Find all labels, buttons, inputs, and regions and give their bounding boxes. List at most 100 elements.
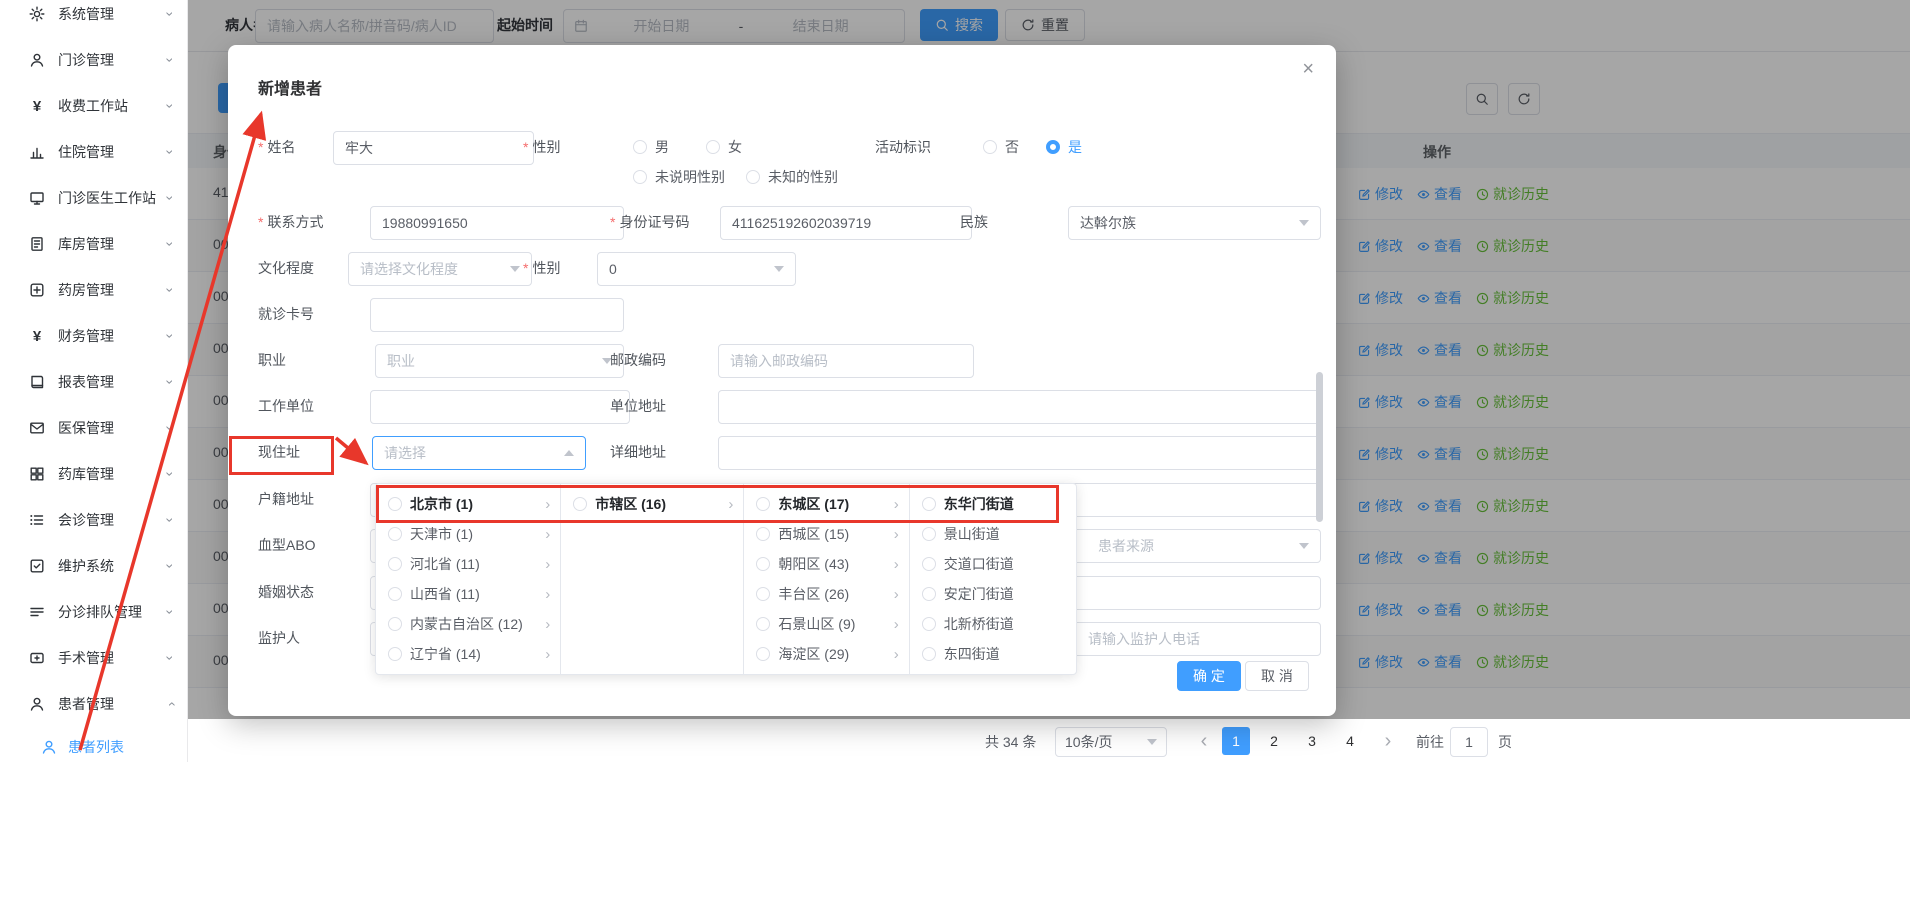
screen: 系统管理 › 门诊管理 › ¥ 收费工作站 › 住院管理 › 门诊医生工作站 ›…	[0, 0, 1910, 923]
chevron-right-icon: ›	[545, 496, 550, 513]
gender-radio-female[interactable]: 女	[706, 131, 742, 163]
detail-address-label: 详细地址	[610, 436, 666, 468]
chevron-down-icon: ›	[163, 288, 179, 293]
chevron-down-icon: ›	[163, 150, 179, 155]
next-page-button[interactable]: ›	[1374, 727, 1402, 755]
monitor-icon	[28, 189, 46, 207]
radio-icon	[388, 527, 402, 541]
page-size-select[interactable]: 10条/页	[1055, 727, 1167, 757]
cascader-option[interactable]: 安定门街道	[910, 579, 1076, 609]
ethnicity-select[interactable]: 达斡尔族	[1068, 206, 1321, 240]
page-button-4[interactable]: 4	[1336, 727, 1364, 755]
active-flag-label: 活动标识	[875, 131, 931, 163]
storage-icon	[28, 465, 46, 483]
contact-input[interactable]: 19880991650	[370, 206, 624, 240]
sidebar-item-11[interactable]: 会诊管理 ›	[0, 497, 187, 543]
contact-label: *联系方式	[258, 206, 323, 238]
active-flag-radio-yes[interactable]: 是	[1046, 131, 1082, 163]
detail-address-input[interactable]	[718, 436, 1321, 470]
cascader-option[interactable]: 山西省 (11) ›	[376, 579, 560, 609]
chevron-down-icon: ›	[163, 104, 179, 109]
gender-radio-male[interactable]: 男	[633, 131, 669, 163]
work-unit-label: 工作单位	[258, 390, 314, 422]
radio-icon	[388, 557, 402, 571]
sidebar-subitem-patient-list[interactable]: 患者列表	[0, 727, 187, 762]
sidebar-item-14[interactable]: 手术管理 ›	[0, 635, 187, 681]
cascader-option[interactable]: 北新桥街道	[910, 609, 1076, 639]
current-address-cascader[interactable]: 请选择	[372, 436, 586, 470]
cascader-option[interactable]: 辽宁省 (14) ›	[376, 639, 560, 669]
radio-icon	[388, 587, 402, 601]
cascader-option[interactable]: 内蒙古自治区 (12) ›	[376, 609, 560, 639]
sidebar-item-3[interactable]: 住院管理 ›	[0, 129, 187, 175]
modal-scrollbar[interactable]	[1316, 372, 1323, 522]
chart-icon	[28, 143, 46, 161]
id-number-label: *身份证号码	[610, 206, 689, 238]
cascader-option[interactable]: 海淀区 (29) ›	[744, 639, 908, 669]
cascader-option[interactable]: 市辖区 (16) ›	[561, 489, 743, 519]
sidebar-item-15[interactable]: 患者管理 ›	[0, 681, 187, 727]
education-select[interactable]: 请选择文化程度	[348, 252, 532, 286]
gender-code-select[interactable]: 0	[597, 252, 796, 286]
sidebar-menu: 系统管理 › 门诊管理 › ¥ 收费工作站 › 住院管理 › 门诊医生工作站 ›…	[0, 0, 187, 762]
sidebar: 系统管理 › 门诊管理 › ¥ 收费工作站 › 住院管理 › 门诊医生工作站 ›…	[0, 0, 188, 762]
cascader-option[interactable]: 东四街道	[910, 639, 1076, 669]
name-label: *姓名	[258, 131, 295, 163]
page-button-2[interactable]: 2	[1260, 727, 1288, 755]
cascader-option[interactable]: 河北省 (11) ›	[376, 549, 560, 579]
modal-title: 新增患者	[258, 75, 322, 99]
chevron-down-icon: ›	[163, 12, 179, 17]
page-button-3[interactable]: 3	[1298, 727, 1326, 755]
chevron-right-icon: ›	[545, 526, 550, 543]
sidebar-item-13[interactable]: 分诊排队管理 ›	[0, 589, 187, 635]
cascader-option[interactable]: 西城区 (15) ›	[744, 519, 908, 549]
occupation-select[interactable]: 职业	[375, 344, 624, 378]
gender-radio-unknown[interactable]: 未知的性别	[746, 161, 838, 193]
close-icon[interactable]: ×	[1296, 57, 1320, 82]
active-flag-radio-no[interactable]: 否	[983, 131, 1019, 163]
work-unit-input[interactable]	[370, 390, 630, 424]
radio-icon	[756, 557, 770, 571]
gender-radio-unstated[interactable]: 未说明性别	[633, 161, 725, 193]
cascader-option[interactable]: 天津市 (1) ›	[376, 519, 560, 549]
cascader-option[interactable]: 朝阳区 (43) ›	[744, 549, 908, 579]
page-button-1[interactable]: 1	[1222, 727, 1250, 755]
cascader-option[interactable]: 石景山区 (9) ›	[744, 609, 908, 639]
sidebar-item-12[interactable]: 维护系统 ›	[0, 543, 187, 589]
unit-address-input[interactable]	[718, 390, 1321, 424]
sidebar-item-9[interactable]: 医保管理 ›	[0, 405, 187, 451]
chevron-down-icon: ›	[163, 242, 179, 247]
cascader-option[interactable]: 东城区 (17) ›	[744, 489, 908, 519]
radio-icon	[756, 527, 770, 541]
cascader-option[interactable]: 景山街道	[910, 519, 1076, 549]
sidebar-item-7[interactable]: ¥ 财务管理 ›	[0, 313, 187, 359]
sidebar-item-5[interactable]: 库房管理 ›	[0, 221, 187, 267]
cascader-option[interactable]: 东华门街道	[910, 489, 1076, 519]
sidebar-item-10[interactable]: 药库管理 ›	[0, 451, 187, 497]
goto-label: 前往	[1416, 732, 1444, 752]
chevron-down-icon	[1147, 739, 1157, 745]
sidebar-item-1[interactable]: 门诊管理 ›	[0, 37, 187, 83]
confirm-button[interactable]: 确 定	[1177, 661, 1241, 691]
guardian-label: 监护人	[258, 622, 300, 654]
goto-page-input[interactable]: 1	[1450, 727, 1488, 757]
postal-code-input[interactable]: 请输入邮政编码	[718, 344, 974, 378]
name-input[interactable]: 牢大	[333, 131, 534, 165]
sidebar-item-8[interactable]: 报表管理 ›	[0, 359, 187, 405]
visit-card-input[interactable]	[370, 298, 624, 332]
radio-checked-icon	[1046, 140, 1060, 154]
radio-icon	[388, 647, 402, 661]
sidebar-item-6[interactable]: 药房管理 ›	[0, 267, 187, 313]
sidebar-item-0[interactable]: 系统管理 ›	[0, 0, 187, 37]
id-number-input[interactable]: 411625192602039719	[720, 206, 972, 240]
chevron-down-icon: ›	[163, 426, 179, 431]
cancel-button[interactable]: 取 消	[1245, 661, 1309, 691]
cascader-option[interactable]: 交道口街道	[910, 549, 1076, 579]
prev-page-button[interactable]: ‹	[1190, 727, 1218, 755]
cascader-option[interactable]: 丰台区 (26) ›	[744, 579, 908, 609]
sidebar-item-2[interactable]: ¥ 收费工作站 ›	[0, 83, 187, 129]
gear-icon	[28, 5, 46, 23]
sidebar-item-4[interactable]: 门诊医生工作站 ›	[0, 175, 187, 221]
cascader-option[interactable]: 北京市 (1) ›	[376, 489, 560, 519]
chevron-down-icon: ›	[163, 58, 179, 63]
